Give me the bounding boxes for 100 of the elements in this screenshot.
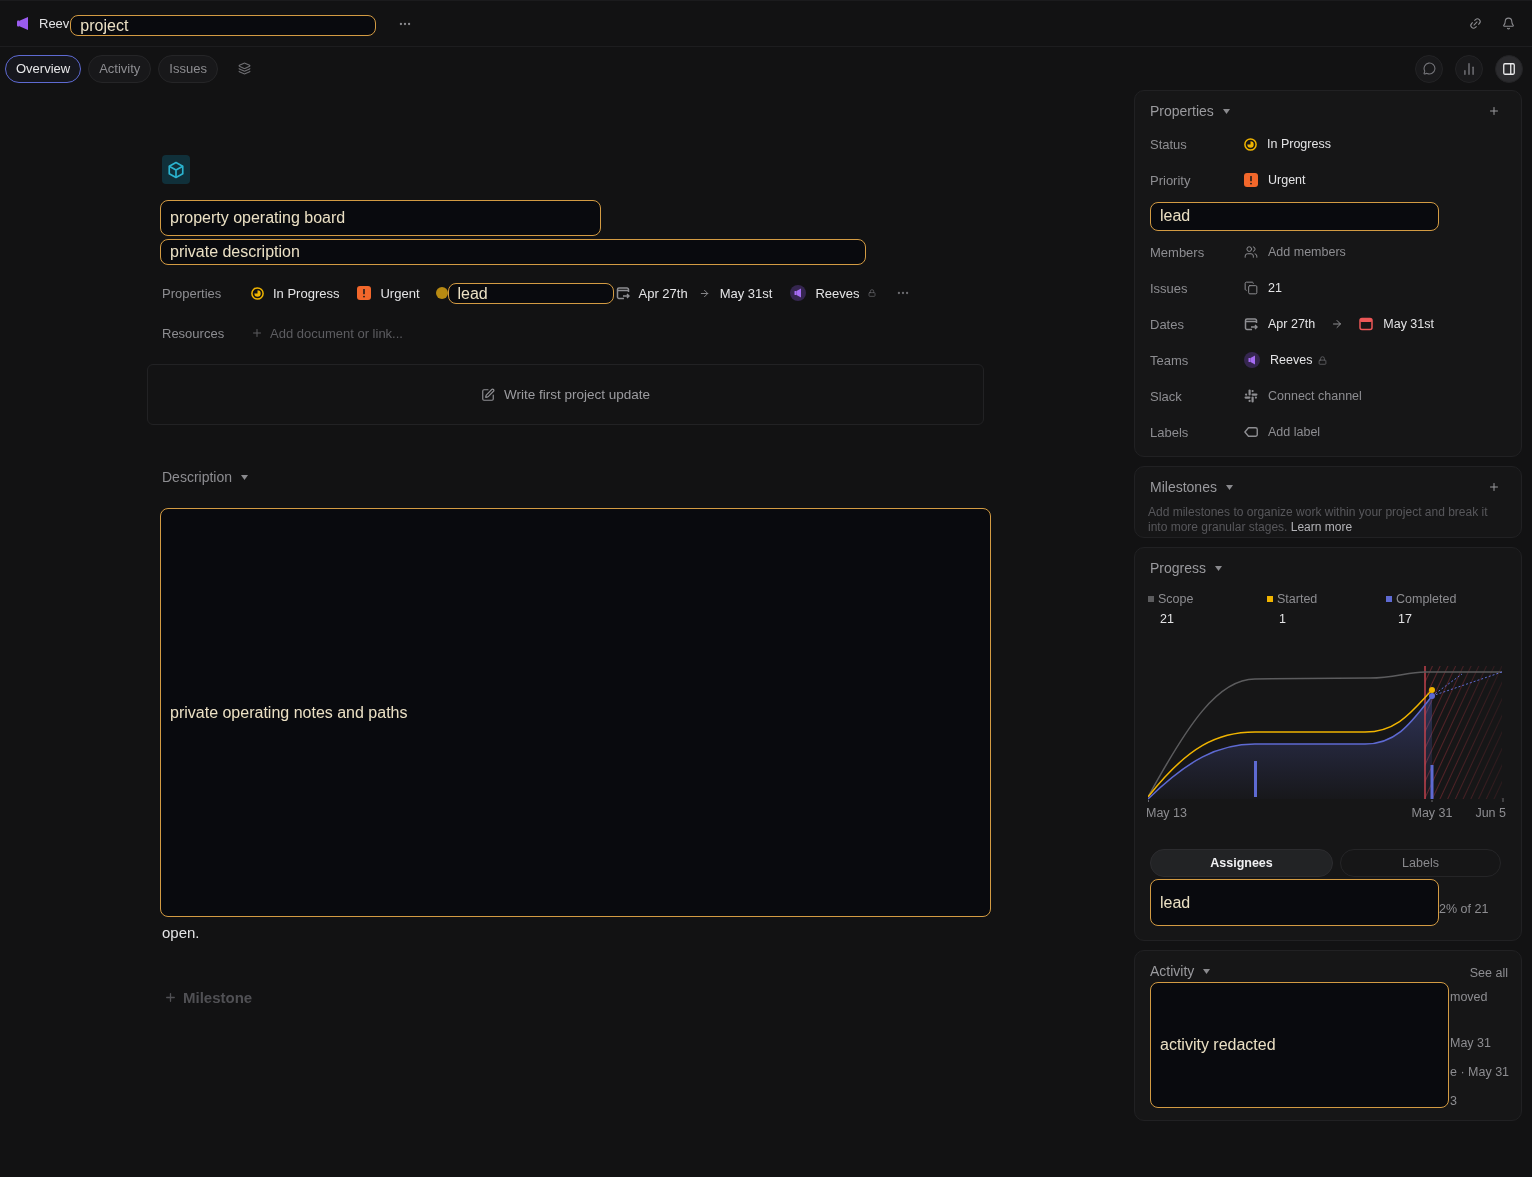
activity-text: moved	[1450, 990, 1489, 1004]
bar-chart-icon	[1462, 61, 1476, 76]
legend-value: 17	[1398, 612, 1413, 626]
view-tab[interactable]: Overview	[5, 54, 82, 83]
panel-heading[interactable]: Activity	[1148, 960, 1213, 982]
caret-icon	[1225, 484, 1233, 490]
start-date-button[interactable]: Apr 27th	[1244, 317, 1316, 331]
legend-value: 21	[1160, 612, 1175, 626]
redaction-label: lead	[1150, 879, 1439, 926]
status-chip[interactable]: In Progress	[249, 285, 342, 301]
property-label: Priority	[1149, 172, 1192, 188]
chat-icon	[1422, 62, 1436, 75]
add-members-button[interactable]: Add members	[1244, 245, 1346, 259]
panel-heading[interactable]: Properties	[1148, 100, 1232, 122]
breakdown-tab[interactable]: Labels	[1340, 849, 1501, 877]
description-text: open.	[162, 924, 200, 942]
updates-button[interactable]	[1415, 54, 1443, 83]
urgent-icon	[1244, 173, 1258, 187]
issues-icon	[1244, 281, 1258, 295]
target-date-chip[interactable]: May 31st	[717, 285, 775, 301]
plus-icon	[164, 991, 177, 1004]
redaction-label: private description	[160, 239, 866, 265]
layers-icon[interactable]	[237, 62, 251, 75]
activity-text: May 31	[1450, 1036, 1492, 1050]
urgent-icon	[357, 286, 372, 300]
caret-icon	[1203, 968, 1211, 974]
breadcrumb-text[interactable]: Reev	[39, 16, 70, 31]
insights-button[interactable]	[1455, 54, 1483, 83]
plus-icon	[1488, 481, 1500, 493]
in-progress-icon	[251, 286, 264, 300]
property-label: Teams	[1149, 352, 1190, 368]
arrow-icon	[1331, 318, 1344, 330]
write-update-button[interactable]: Write first project update	[474, 386, 657, 403]
issues-count[interactable]: 21	[1244, 281, 1282, 295]
axis-label: May 13	[1146, 806, 1187, 820]
share-text: 2% of 21	[1439, 902, 1489, 916]
add-property-button[interactable]	[1488, 105, 1500, 117]
panel-heading[interactable]: Progress	[1148, 557, 1225, 579]
property-label: Dates	[1149, 316, 1185, 332]
redaction-label: private operating notes and paths	[160, 508, 991, 917]
see-all-link[interactable]: See all	[1469, 965, 1508, 980]
connect-channel-button[interactable]: Connect channel	[1244, 389, 1362, 403]
activity-text: 3	[1450, 1094, 1458, 1108]
calendar-icon	[1359, 317, 1374, 331]
axis-label: May 31	[1411, 806, 1453, 820]
team-value[interactable]: Reeves	[1244, 352, 1313, 368]
megaphone-icon	[790, 285, 807, 301]
panel-icon	[1502, 61, 1516, 76]
cube-icon	[162, 155, 190, 184]
tag-icon	[1244, 427, 1258, 437]
add-label-button[interactable]: Add label	[1244, 425, 1321, 439]
property-label: Slack	[1149, 388, 1183, 404]
panel-heading[interactable]: Milestones	[1148, 476, 1235, 498]
caret-icon	[1222, 108, 1230, 114]
properties-label: Properties	[161, 285, 223, 301]
breakdown-tab[interactable]: Assignees	[1150, 849, 1333, 877]
details-panel-button[interactable]	[1495, 54, 1523, 83]
caret-icon	[241, 474, 249, 480]
redaction-label: lead	[1150, 201, 1439, 231]
learn-more-link[interactable]: Learn more	[1290, 520, 1353, 534]
priority-value[interactable]: Urgent	[1244, 173, 1306, 187]
priority-chip[interactable]: Urgent	[355, 285, 422, 301]
redaction-label: project	[70, 15, 377, 36]
caret-icon	[1215, 565, 1223, 571]
property-label: Issues	[1149, 280, 1189, 296]
redaction-label: lead	[447, 282, 614, 304]
axis-label: Jun 5	[1475, 806, 1506, 820]
plus-icon	[251, 327, 263, 339]
view-tab[interactable]: Activity	[88, 54, 152, 83]
start-date-chip[interactable]: Apr 27th	[613, 285, 690, 301]
megaphone-icon	[1244, 352, 1260, 368]
legend-text: Completed	[1396, 592, 1457, 606]
slack-icon	[1244, 389, 1258, 403]
legend-value: 1	[1279, 612, 1287, 626]
property-label: Members	[1149, 244, 1206, 260]
team-chip[interactable]: Reeves	[788, 285, 862, 301]
people-icon	[1244, 245, 1258, 259]
description-heading[interactable]: Description	[160, 466, 251, 488]
legend-text: Scope	[1158, 592, 1194, 606]
milestones-hint: Add milestones to organize work within your project and break it into more granular stages. Learn more	[1148, 505, 1489, 535]
bell-icon[interactable]	[1502, 17, 1515, 30]
in-progress-icon	[1244, 137, 1257, 151]
megaphone-icon	[17, 17, 28, 30]
calendar-arrow-icon	[1244, 317, 1258, 331]
activity-text: e · May 31	[1450, 1065, 1510, 1079]
avatar-icon	[435, 287, 448, 299]
status-value[interactable]: In Progress	[1244, 137, 1331, 151]
view-tab[interactable]: Issues	[158, 54, 218, 83]
edit-icon	[480, 387, 495, 402]
redaction-label: activity redacted	[1150, 982, 1449, 1108]
property-label: Labels	[1149, 424, 1190, 440]
calendar-arrow-icon	[615, 286, 630, 300]
legend-text: Started	[1277, 592, 1318, 606]
plus-icon	[1488, 105, 1500, 117]
redaction-label: property operating board	[160, 200, 601, 236]
property-label: Status	[1149, 136, 1188, 152]
target-date-button[interactable]: May 31st	[1359, 317, 1434, 331]
add-milestone-button[interactable]	[1488, 481, 1500, 493]
resources-label: Resources	[161, 325, 226, 341]
arrow-icon	[698, 287, 710, 299]
